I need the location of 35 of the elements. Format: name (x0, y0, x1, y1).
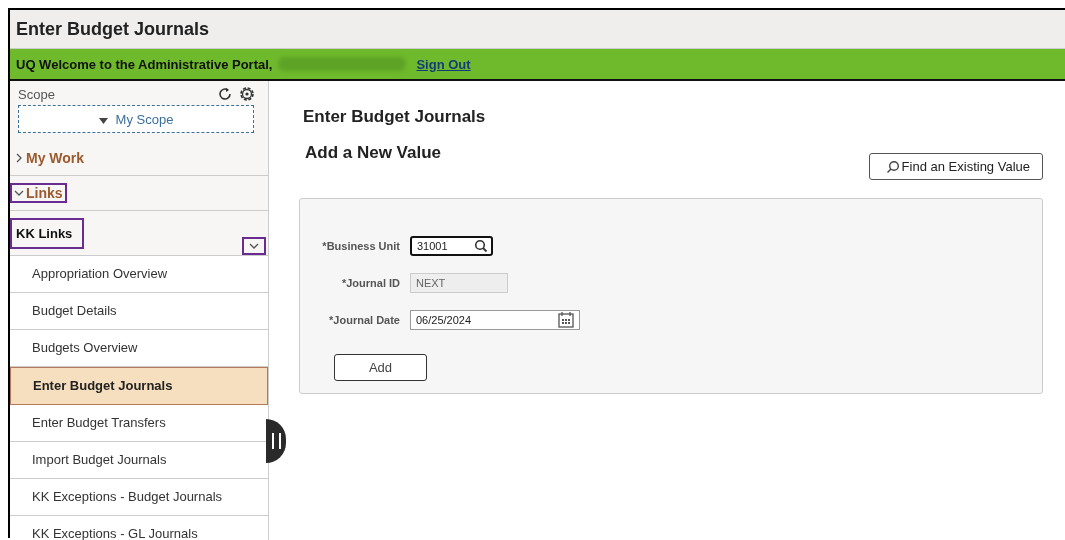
input-field[interactable]: 31001 (410, 235, 493, 256)
sidebar-item[interactable]: Budget Details (10, 293, 268, 330)
sidebar-item[interactable]: Budgets Overview (10, 330, 268, 367)
sign-out-link[interactable]: Sign Out (416, 56, 471, 72)
chevron-icon (14, 188, 24, 198)
add-button[interactable]: Add (334, 354, 427, 381)
my-scope-dropdown[interactable]: My Scope (18, 105, 254, 133)
section-title: Add a New Value (305, 143, 442, 163)
find-existing-button[interactable]: Find an Existing Value (868, 153, 1043, 180)
refresh-icon[interactable] (216, 85, 234, 103)
window-title: Enter Budget Journals (16, 18, 210, 40)
panel-collapse-handle[interactable] (266, 419, 286, 463)
sidebar-item[interactable]: Enter Budget Transfers (10, 405, 268, 442)
dropdown-triangle-icon (98, 117, 108, 124)
page-title: Enter Budget Journals (303, 107, 486, 126)
search-icon[interactable] (474, 238, 488, 253)
field-label: *Journal ID (340, 276, 400, 289)
field-label: *Journal Date (328, 313, 400, 326)
sidebar-item[interactable]: KK Exceptions - GL Journals (10, 516, 268, 540)
search-icon (885, 159, 900, 174)
welcome-text: UQ Welcome to the Administrative Portal, (16, 56, 273, 72)
sidebar-item[interactable]: Enter Budget Journals (10, 367, 268, 405)
sidebar-item[interactable]: Import Budget Journals (10, 442, 268, 479)
chevron-down-icon (248, 242, 260, 250)
scope-label: Scope (18, 86, 56, 102)
settings-icon[interactable] (238, 85, 256, 103)
sidebar-item[interactable]: Appropriation Overview (10, 256, 268, 293)
section-toggle[interactable]: Links (10, 183, 67, 203)
input-field[interactable]: 06/25/2024 (410, 309, 580, 330)
chevron-icon (14, 153, 24, 163)
field-label: *Business Unit (321, 239, 400, 252)
calendar-icon[interactable] (557, 310, 575, 329)
section-toggle[interactable]: My Work (10, 148, 89, 168)
group-heading: KK Links (10, 217, 85, 249)
sidebar-item[interactable]: KK Exceptions - Budget Journals (10, 479, 268, 516)
